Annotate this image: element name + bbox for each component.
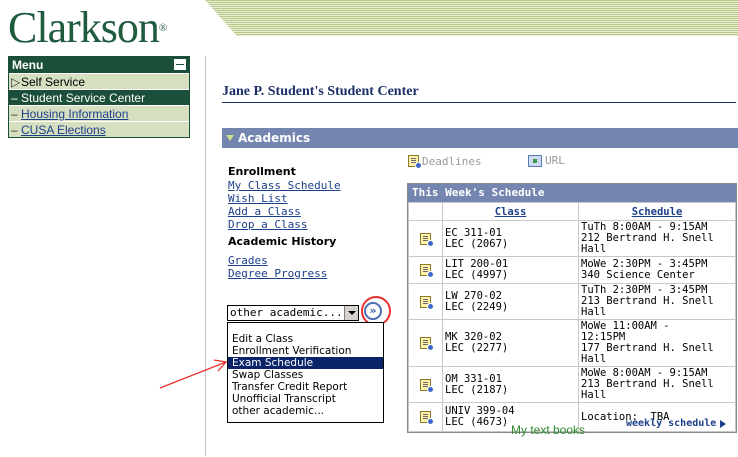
schedule-location: 213 Bertrand H. Snell Hall	[581, 378, 714, 401]
option-unofficial-transcript[interactable]: Unofficial Transcript	[228, 393, 383, 405]
url-link[interactable]: URL	[528, 154, 565, 167]
expand-icon: ▷	[11, 75, 21, 89]
other-academic-select[interactable]: other academic...	[227, 305, 359, 321]
dash-icon: –	[11, 123, 18, 137]
header-banner	[205, 0, 738, 36]
schedule-column-header[interactable]: Schedule	[578, 202, 736, 221]
deadlines-link[interactable]: Deadlines	[407, 154, 482, 169]
menu-item-student-service-center[interactable]: – Student Service Center	[9, 89, 189, 105]
weekly-schedule-panel: This Week's Schedule Class Schedule EC 3…	[407, 183, 737, 433]
table-row: EC 311-01 LEC (2067) TuTh 8:00AM - 9:15AM…	[408, 220, 736, 257]
schedule-table: Class Schedule EC 311-01 LEC (2067) TuTh …	[408, 202, 736, 432]
dash-icon: –	[11, 107, 18, 121]
page-title: Jane P. Student's Student Center	[222, 84, 419, 99]
menu-item-cusa-elections[interactable]: – CUSA Elections	[9, 121, 189, 137]
class-code: LW 270-02	[445, 289, 502, 302]
logo-text: Clarkson	[8, 3, 160, 52]
academics-header-label: Academics	[238, 131, 311, 145]
dash-icon: –	[11, 91, 18, 105]
option-enrollment-verification[interactable]: Enrollment Verification	[228, 345, 383, 357]
weekly-schedule-link[interactable]: weekly schedule	[626, 418, 727, 429]
table-row: LIT 200-01 LEC (4997) MoWe 2:30PM - 3:45P…	[408, 256, 736, 284]
class-detail-icon[interactable]	[419, 295, 434, 310]
menu-title: Menu	[12, 58, 44, 72]
left-menu: Menu ▷Self Service – Student Service Cent…	[8, 56, 190, 138]
grades-link[interactable]: Grades	[228, 255, 341, 266]
academic-history-heading: Academic History	[228, 235, 337, 248]
option-transfer-credit-report[interactable]: Transfer Credit Report	[228, 381, 383, 393]
degree-progress-link[interactable]: Degree Progress	[228, 268, 341, 279]
menu-item-housing-information[interactable]: – Housing Information	[9, 105, 189, 121]
option-exam-schedule[interactable]: Exam Schedule	[228, 357, 383, 369]
drop-a-class-link[interactable]: Drop a Class	[228, 219, 341, 230]
collapse-triangle-icon	[226, 135, 234, 141]
enrollment-heading: Enrollment	[228, 165, 296, 178]
class-section: LEC (2067)	[445, 237, 509, 250]
class-code: EC 311-01	[445, 226, 502, 239]
registered-mark: ®	[158, 22, 167, 34]
class-detail-icon[interactable]	[419, 410, 434, 425]
go-button[interactable]: »	[364, 302, 382, 320]
select-value: other academic...	[230, 306, 343, 319]
menu-item-self-service[interactable]: ▷Self Service	[9, 73, 189, 89]
schedule-location: 340 Science Center	[581, 269, 695, 281]
monitor-icon	[528, 154, 542, 167]
wish-list-link[interactable]: Wish List	[228, 193, 341, 204]
option-other-academic[interactable]: other academic...	[228, 405, 383, 417]
play-arrow-icon	[720, 419, 727, 428]
class-column-header[interactable]: Class	[442, 202, 579, 221]
url-label: URL	[545, 154, 565, 167]
class-detail-icon[interactable]	[419, 378, 434, 393]
class-detail-icon[interactable]	[419, 263, 434, 278]
menu-item-label: Student Service Center	[21, 91, 146, 105]
my-textbooks-link[interactable]: My text books	[511, 423, 585, 437]
class-section: LEC (2277)	[445, 342, 509, 354]
weekly-schedule-label: weekly schedule	[626, 418, 717, 429]
class-section: LEC (2187)	[445, 383, 509, 396]
table-row: MK 320-02 LEC (2277) MoWe 11:00AM -12:15P…	[408, 319, 736, 367]
clarkson-logo: Clarkson®	[8, 3, 167, 52]
calendar-icon	[407, 154, 422, 169]
class-code: OM 331-01	[445, 372, 502, 385]
housing-information-link[interactable]: Housing Information	[21, 107, 128, 121]
title-divider	[222, 102, 736, 103]
content-divider	[205, 56, 206, 456]
table-row: LW 270-02 LEC (2249) TuTh 2:30PM - 3:45PM…	[408, 283, 736, 320]
schedule-location: 177 Bertrand H. Snell Hall	[581, 342, 714, 365]
my-class-schedule-link[interactable]: My Class Schedule	[228, 180, 341, 191]
class-detail-icon[interactable]	[419, 336, 434, 351]
schedule-title: This Week's Schedule	[408, 184, 736, 202]
schedule-location: 212 Bertrand H. Snell Hall	[581, 232, 714, 255]
table-header-row: Class Schedule	[408, 202, 736, 221]
cusa-elections-link[interactable]: CUSA Elections	[21, 123, 106, 137]
dropdown-arrow-icon[interactable]	[344, 306, 358, 320]
class-section: LEC (2249)	[445, 300, 509, 313]
table-row: OM 331-01 LEC (2187) MoWe 8:00AM - 9:15AM…	[408, 366, 736, 403]
deadlines-label: Deadlines	[422, 154, 482, 168]
class-section: LEC (4997)	[445, 269, 509, 281]
add-a-class-link[interactable]: Add a Class	[228, 206, 341, 217]
minimize-icon[interactable]	[174, 59, 186, 70]
option-edit-a-class[interactable]: Edit a Class	[228, 333, 383, 345]
menu-item-label: Self Service	[21, 75, 86, 89]
academics-links: Enrollment My Class Schedule Wish List A…	[228, 166, 341, 281]
schedule-location: 213 Bertrand H. Snell Hall	[581, 295, 714, 318]
icon-column-header	[408, 202, 443, 221]
dropdown-options-list: Edit a Class Enrollment Verification Exa…	[227, 322, 384, 423]
academics-section-header[interactable]: Academics	[222, 128, 738, 148]
annotation-arrow-icon	[159, 359, 228, 389]
class-detail-icon[interactable]	[419, 232, 434, 247]
option-swap-classes[interactable]: Swap Classes	[228, 369, 383, 381]
menu-header: Menu	[9, 57, 189, 73]
